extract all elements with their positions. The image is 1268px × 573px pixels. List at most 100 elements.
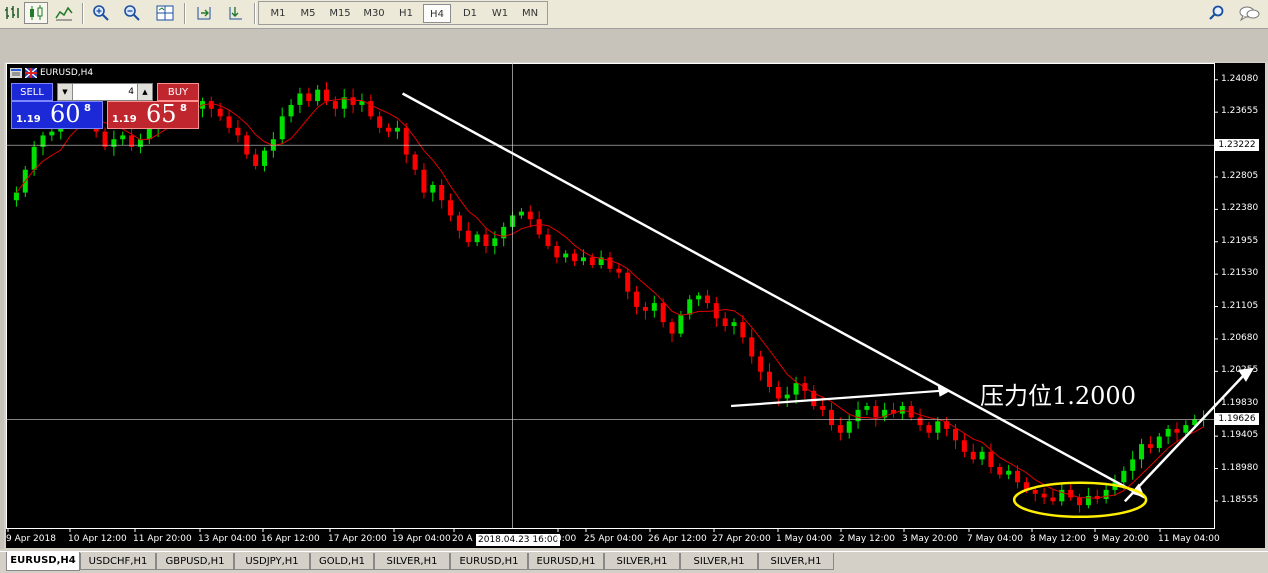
price-chart[interactable] — [6, 63, 1265, 548]
candle-body — [1174, 428, 1180, 433]
candle-body — [1156, 436, 1162, 448]
candle-body — [935, 421, 941, 433]
candle-body — [1130, 459, 1136, 471]
time-tick-label: 0:00 — [556, 534, 577, 544]
candle-body — [563, 253, 569, 258]
candle-body — [572, 253, 578, 262]
resistance-annotation: 压力位1.2000 — [980, 382, 1136, 410]
auto-scroll-icon[interactable] — [224, 2, 248, 24]
chart-shift-icon[interactable] — [192, 2, 216, 24]
price-marker-label: 1.23222 — [1215, 139, 1259, 152]
chart-tab[interactable]: SILVER,H1 — [758, 553, 834, 570]
candlestick-chart-icon[interactable] — [24, 2, 48, 24]
timeframe-h1[interactable]: H1 — [391, 4, 421, 23]
candle-body — [1121, 470, 1127, 483]
candle-body — [279, 116, 285, 140]
candle-body — [465, 230, 471, 243]
candle-body — [518, 211, 524, 216]
chat-icon[interactable] — [1238, 4, 1260, 22]
zoom-in-icon[interactable] — [89, 2, 113, 24]
time-tick-label: 7 May 04:00 — [967, 534, 1023, 544]
left-border — [0, 29, 4, 549]
chart-tab[interactable]: EURUSD,H4 — [6, 552, 80, 571]
lot-dropdown-icon[interactable]: ▼ — [58, 84, 73, 100]
chart-tab[interactable]: USDCHF,H1 — [80, 553, 156, 570]
candle-body — [235, 127, 241, 136]
chart-tab[interactable]: SILVER,H1 — [604, 553, 680, 570]
candle-body — [687, 299, 693, 315]
candle-body — [120, 135, 126, 140]
lot-increase-icon[interactable]: ▲ — [137, 84, 152, 100]
sell-price-prefix: 1.19 — [16, 114, 41, 125]
price-tick-label: 1.21105 — [1221, 300, 1259, 311]
candle-body — [775, 386, 781, 399]
candle-body — [766, 371, 772, 387]
timeframe-m5[interactable]: M5 — [293, 4, 323, 23]
chart-tab[interactable]: EURUSD,H1 — [450, 553, 528, 570]
candle-body — [137, 139, 143, 147]
candle-body — [979, 451, 985, 460]
timeframe-m1[interactable]: M1 — [263, 4, 293, 23]
search-icon[interactable] — [1208, 4, 1226, 22]
line-chart-icon[interactable] — [52, 2, 76, 24]
candle-body — [953, 428, 959, 441]
candle-body — [616, 268, 622, 273]
timeframe-d1[interactable]: D1 — [455, 4, 485, 23]
candle-body — [793, 383, 799, 395]
window-menu-icon[interactable] — [10, 68, 22, 78]
chart-window[interactable]: EURUSD,H4 SELL ▼ 4 ▲ BUY 1.19 60 8 1.19 … — [6, 63, 1265, 548]
candle-body — [368, 101, 374, 117]
candle-body — [784, 394, 790, 399]
candle-body — [49, 131, 55, 136]
bar-chart-icon[interactable] — [0, 2, 24, 24]
sell-button[interactable]: SELL — [11, 83, 53, 101]
workspace-area — [0, 29, 1268, 62]
flag-icon — [25, 68, 37, 78]
candle-body — [1032, 489, 1038, 494]
chart-tab[interactable]: EURUSD,H1 — [528, 553, 604, 570]
timeframe-m30[interactable]: M30 — [357, 4, 391, 23]
timeframe-mn[interactable]: MN — [515, 4, 545, 23]
candle-body — [430, 184, 436, 193]
buy-button[interactable]: BUY — [157, 83, 199, 101]
price-tick-label: 1.18555 — [1221, 494, 1259, 505]
tile-windows-icon[interactable] — [153, 2, 177, 24]
chart-tab[interactable]: SILVER,H1 — [680, 553, 758, 570]
time-tick-label: 13 Apr 04:00 — [198, 534, 257, 544]
lot-size-field[interactable]: ▼ 4 ▲ — [57, 83, 153, 101]
candle-body — [297, 93, 303, 105]
timeframe-h4[interactable]: H4 — [423, 4, 451, 23]
candle-body — [13, 192, 19, 201]
timeframe-m15[interactable]: M15 — [323, 4, 357, 23]
timeframe-w1[interactable]: W1 — [485, 4, 515, 23]
buy-price[interactable]: 1.19 65 8 — [107, 100, 199, 129]
chart-tab[interactable]: GBPUSD,H1 — [156, 553, 234, 570]
candle-body — [970, 451, 976, 460]
chart-tab[interactable]: USDJPY,H1 — [234, 553, 310, 570]
candle-body — [253, 154, 259, 166]
candle-body — [926, 425, 932, 433]
candle-body — [527, 211, 533, 220]
zoom-out-icon[interactable] — [120, 2, 144, 24]
lot-size-value[interactable]: 4 — [128, 84, 134, 100]
candle-body — [722, 318, 728, 326]
moving-average-line — [16, 98, 1204, 499]
sell-price[interactable]: 1.19 60 8 — [11, 100, 103, 129]
candle-body — [1103, 489, 1109, 500]
candle-body — [669, 322, 675, 334]
time-tick-label: 2 May 12:00 — [839, 534, 895, 544]
candle-body — [1050, 497, 1056, 502]
chart-tab[interactable]: GOLD,H1 — [310, 553, 374, 570]
sell-price-big: 60 — [50, 100, 81, 128]
price-tick-label: 1.19830 — [1221, 397, 1259, 408]
time-tick-label: 20 A — [452, 534, 473, 544]
candle-body — [377, 116, 383, 128]
candle-body — [1147, 444, 1153, 448]
resistance-arrow-line — [731, 389, 941, 408]
candle-body — [226, 116, 232, 128]
candle-body — [660, 303, 666, 323]
chart-tab[interactable]: SILVER,H1 — [374, 553, 450, 570]
time-tick-label: 11 Apr 20:00 — [133, 534, 192, 544]
candle-body — [678, 314, 684, 334]
sell-price-sup: 8 — [84, 103, 91, 114]
